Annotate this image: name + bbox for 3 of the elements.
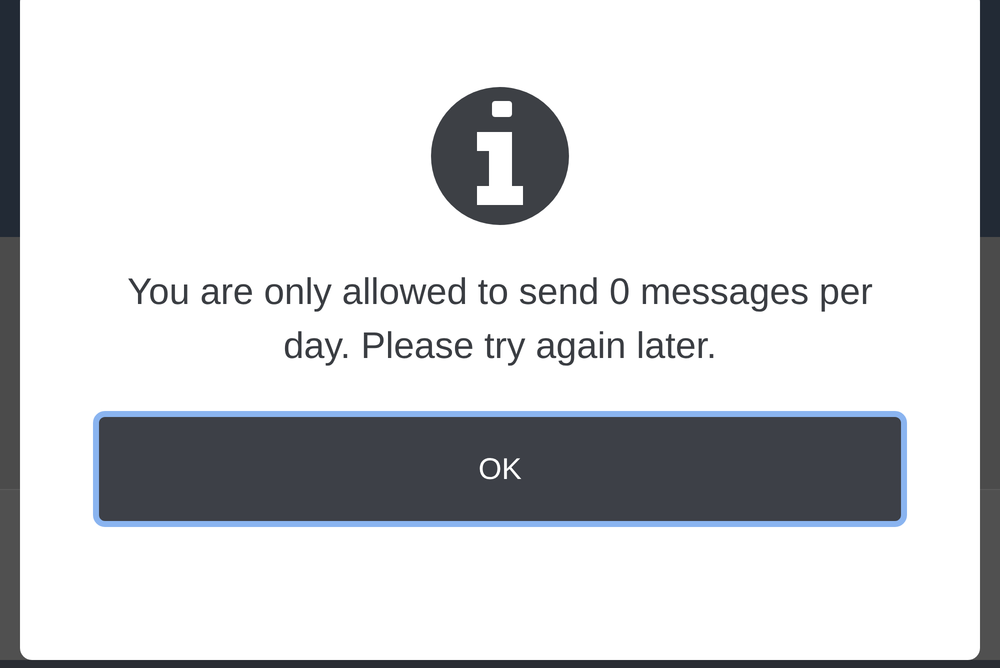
ok-button[interactable]: OK bbox=[93, 411, 907, 527]
info-icon bbox=[431, 87, 569, 225]
dialog-message: You are only allowed to send 0 messages per day. Please try again later. bbox=[126, 270, 874, 368]
